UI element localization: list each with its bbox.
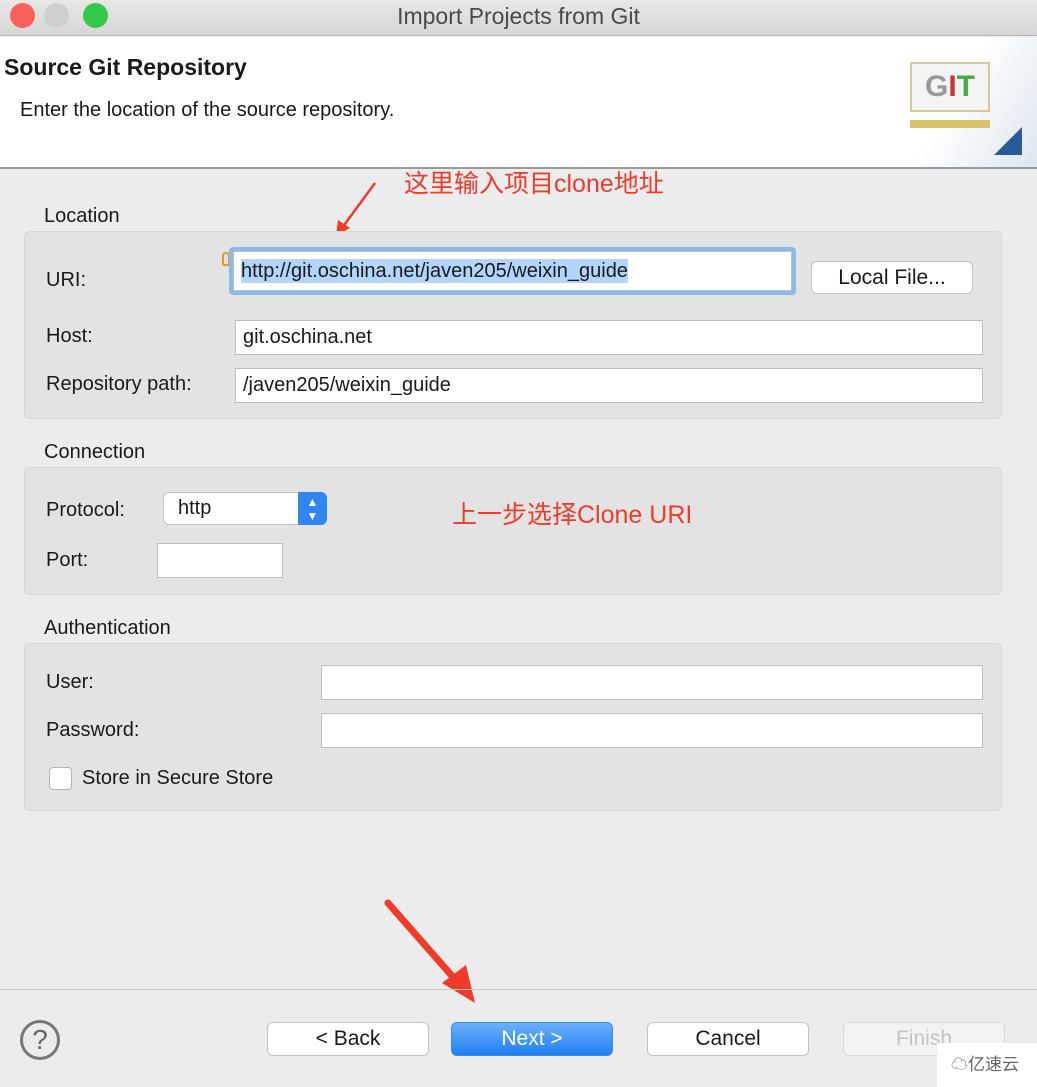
- uri-label: URI:: [46, 269, 86, 291]
- back-button[interactable]: < Back: [267, 1022, 429, 1056]
- next-button[interactable]: Next >: [451, 1022, 613, 1056]
- location-group-label: Location: [44, 205, 120, 227]
- watermark: ☁亿速云: [937, 1043, 1037, 1087]
- host-label: Host:: [46, 325, 93, 347]
- user-label: User:: [46, 671, 94, 693]
- annotation-uri-note: 这里输入项目clone地址: [404, 170, 664, 198]
- password-input[interactable]: [321, 713, 983, 748]
- repository-path-label: Repository path:: [46, 373, 192, 395]
- store-secure-label: Store in Secure Store: [82, 767, 274, 789]
- annotation-arrow-next-icon: [384, 899, 475, 1003]
- host-input[interactable]: git.oschina.net: [235, 320, 983, 355]
- git-logo-icon: GIT: [910, 62, 990, 112]
- watermark-text: 亿速云: [968, 1055, 1019, 1074]
- password-label: Password:: [46, 719, 140, 741]
- wizard-header: Source Git Repository Enter the location…: [0, 37, 1037, 169]
- connection-group-label: Connection: [44, 441, 146, 463]
- uri-value: http://git.oschina.net/javen205/weixin_g…: [241, 259, 628, 283]
- port-input[interactable]: [157, 543, 283, 578]
- protocol-select[interactable]: http ▲ ▼: [163, 492, 327, 525]
- chevron-updown-icon: ▲ ▼: [298, 492, 327, 525]
- port-label: Port:: [46, 549, 89, 571]
- page-subtitle: Enter the location of the source reposit…: [20, 99, 395, 121]
- close-button[interactable]: [10, 3, 35, 28]
- cancel-button[interactable]: Cancel: [647, 1022, 809, 1056]
- corner-triangle-icon: [994, 127, 1022, 155]
- minimize-button[interactable]: [44, 3, 69, 28]
- window-title: Import Projects from Git: [397, 3, 640, 29]
- title-bar: Import Projects from Git: [0, 0, 1037, 36]
- page-title: Source Git Repository: [4, 54, 247, 80]
- user-input[interactable]: [321, 665, 983, 700]
- authentication-group-label: Authentication: [44, 617, 171, 639]
- store-secure-checkbox[interactable]: [49, 767, 72, 790]
- zoom-button[interactable]: [83, 3, 108, 28]
- repository-path-input[interactable]: /javen205/weixin_guide: [235, 368, 983, 403]
- git-logo-bar: [910, 120, 990, 128]
- cloud-icon: ☁: [951, 1055, 968, 1074]
- help-icon[interactable]: ?: [20, 1020, 60, 1060]
- footer-divider: [0, 989, 1037, 990]
- annotation-protocol-note: 上一步选择Clone URI: [452, 501, 693, 529]
- protocol-value: http: [178, 497, 212, 519]
- local-file-button[interactable]: Local File...: [811, 261, 973, 294]
- protocol-label: Protocol:: [46, 499, 125, 521]
- uri-input[interactable]: http://git.oschina.net/javen205/weixin_g…: [233, 251, 792, 291]
